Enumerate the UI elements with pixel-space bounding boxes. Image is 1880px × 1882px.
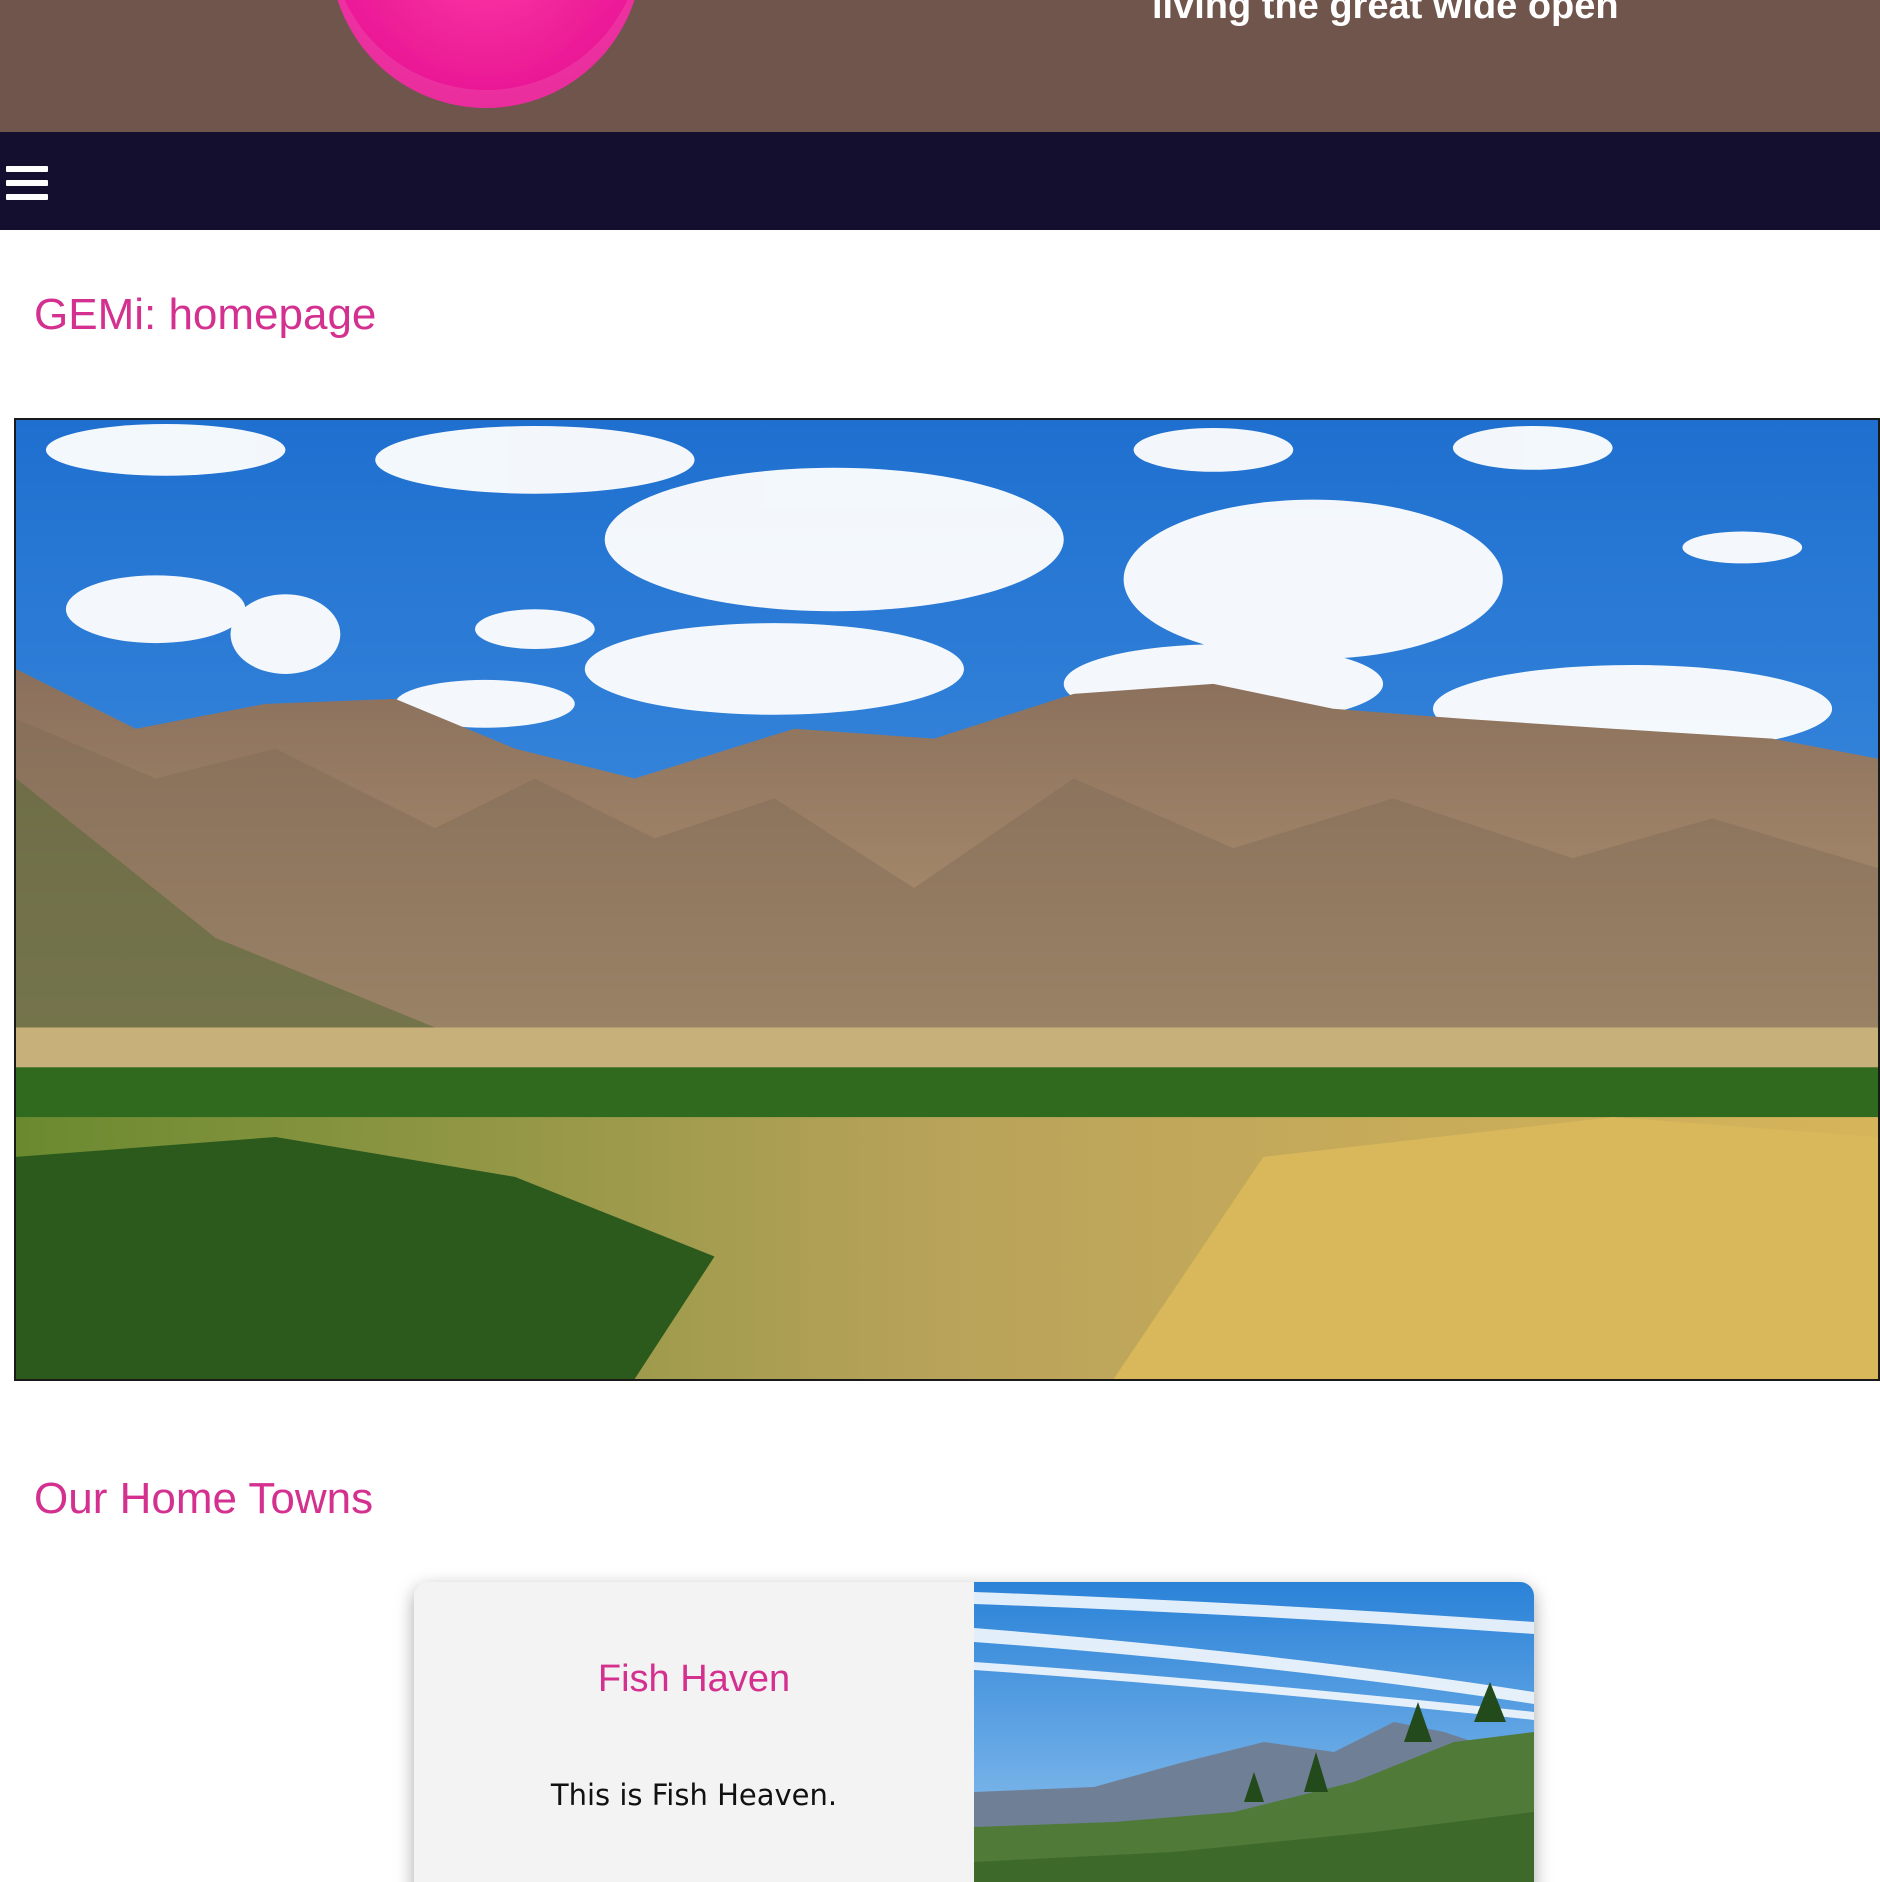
hamburger-menu-icon[interactable] <box>6 166 48 202</box>
section-title-home-towns: Our Home Towns <box>34 1474 374 1523</box>
town-card-title[interactable]: Fish Haven <box>414 1658 974 1701</box>
hamburger-bar <box>6 194 48 200</box>
hero-landscape-illustration <box>16 420 1878 1379</box>
town-card[interactable]: Fish Haven This is Fish Heaven. <box>414 1582 1534 1882</box>
town-card-image <box>974 1582 1534 1882</box>
site-header: living the great wide open <box>0 0 1880 132</box>
page-title: GEMi: homepage <box>34 290 377 339</box>
town-card-description: This is Fish Heaven. <box>550 1778 838 1812</box>
site-logo[interactable] <box>330 0 642 108</box>
logo-inner-circle <box>362 0 610 76</box>
hero-image <box>14 418 1880 1381</box>
town-card-text: Fish Haven This is Fish Heaven. <box>414 1582 974 1882</box>
hamburger-bar <box>6 166 48 172</box>
hamburger-bar <box>6 180 48 186</box>
town-landscape-illustration <box>974 1582 1534 1882</box>
main-navbar <box>0 132 1880 230</box>
site-tagline: living the great wide open <box>1152 0 1619 27</box>
